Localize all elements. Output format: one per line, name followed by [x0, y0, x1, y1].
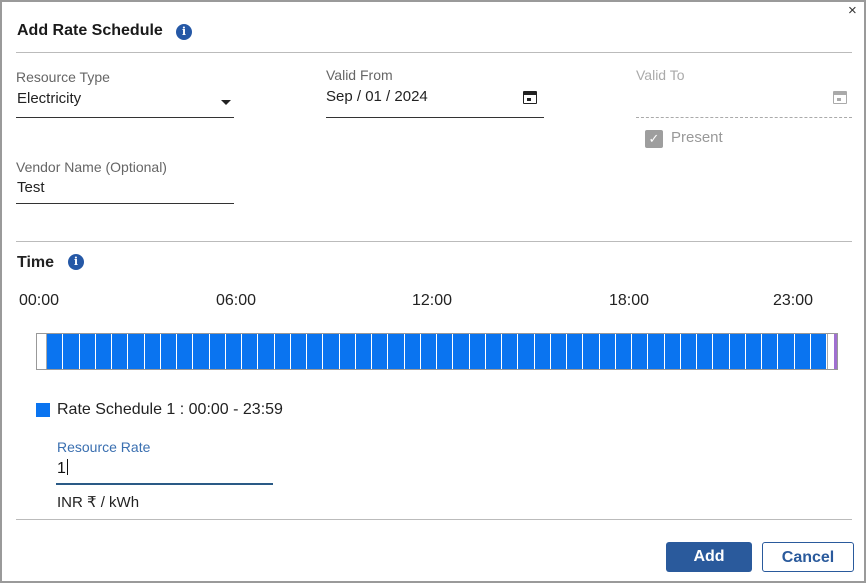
- time-tick-label: 23:00: [773, 292, 814, 309]
- time-slot[interactable]: [632, 334, 649, 369]
- time-slot[interactable]: [95, 334, 112, 369]
- resource-type-underline: [16, 117, 234, 118]
- time-tick-label: 06:00: [216, 292, 257, 309]
- time-slot[interactable]: [420, 334, 437, 369]
- time-tick-label: 12:00: [412, 292, 453, 309]
- time-slot[interactable]: [583, 334, 600, 369]
- time-slot-bar[interactable]: [36, 333, 838, 370]
- resource-type-select[interactable]: Electricity: [17, 90, 81, 107]
- time-slot[interactable]: [648, 334, 665, 369]
- time-slot[interactable]: [404, 334, 421, 369]
- schedule-legend: Rate Schedule 1 : 00:00 - 23:59: [57, 401, 283, 418]
- time-slot[interactable]: [177, 334, 194, 369]
- present-label: Present: [671, 129, 723, 146]
- divider: [16, 519, 852, 520]
- time-slot[interactable]: [339, 334, 356, 369]
- time-tick-label: 00:00: [19, 292, 60, 309]
- time-slot[interactable]: [388, 334, 405, 369]
- resource-rate-input[interactable]: 1: [57, 459, 68, 478]
- time-slot[interactable]: [355, 334, 372, 369]
- vendor-name-input[interactable]: Test: [17, 179, 45, 196]
- info-icon[interactable]: i: [68, 254, 84, 270]
- time-tick-label: 18:00: [609, 292, 650, 309]
- time-slot[interactable]: [437, 334, 454, 369]
- time-slot[interactable]: [144, 334, 161, 369]
- valid-from-label: Valid From: [326, 67, 393, 83]
- time-slot[interactable]: [534, 334, 551, 369]
- time-slot[interactable]: [209, 334, 226, 369]
- resource-rate-value: 1: [57, 460, 66, 477]
- time-slot[interactable]: [79, 334, 96, 369]
- valid-from-input[interactable]: Sep / 01 / 2024: [326, 88, 428, 105]
- time-slot[interactable]: [729, 334, 746, 369]
- cancel-button[interactable]: Cancel: [762, 542, 854, 572]
- time-slot[interactable]: [112, 334, 129, 369]
- vendor-name-underline: [16, 203, 234, 204]
- time-slot[interactable]: [372, 334, 389, 369]
- calendar-icon[interactable]: [523, 91, 537, 104]
- time-slot-handle-start[interactable]: [37, 334, 47, 369]
- add-rate-schedule-dialog: × Add Rate Schedule i Resource Type Elec…: [0, 0, 866, 583]
- time-slot[interactable]: [225, 334, 242, 369]
- text-cursor: [66, 459, 68, 475]
- time-slot[interactable]: [697, 334, 714, 369]
- time-slot[interactable]: [63, 334, 80, 369]
- chevron-down-icon[interactable]: [221, 100, 231, 105]
- time-slot[interactable]: [762, 334, 779, 369]
- time-slot[interactable]: [242, 334, 259, 369]
- resource-rate-underline: [56, 483, 273, 485]
- time-slot[interactable]: [193, 334, 210, 369]
- time-slot[interactable]: [502, 334, 519, 369]
- divider: [16, 52, 852, 53]
- time-slot[interactable]: [713, 334, 730, 369]
- time-slot[interactable]: [290, 334, 307, 369]
- time-slot[interactable]: [453, 334, 470, 369]
- add-button[interactable]: Add: [666, 542, 752, 572]
- time-slot[interactable]: [745, 334, 762, 369]
- time-slot[interactable]: [550, 334, 567, 369]
- time-slot[interactable]: [323, 334, 340, 369]
- time-slot[interactable]: [778, 334, 795, 369]
- close-icon[interactable]: ×: [848, 3, 857, 18]
- resource-rate-label: Resource Rate: [57, 439, 151, 455]
- time-slot[interactable]: [810, 334, 827, 369]
- vendor-name-label: Vendor Name (Optional): [16, 159, 167, 175]
- time-slot[interactable]: [47, 334, 64, 369]
- time-section-title: Time: [17, 254, 55, 271]
- time-slot[interactable]: [274, 334, 291, 369]
- rate-unit: INR ₹ / kWh: [57, 494, 140, 511]
- time-slot[interactable]: [664, 334, 681, 369]
- valid-from-underline: [326, 117, 544, 118]
- resource-type-label: Resource Type: [16, 69, 110, 85]
- time-slot[interactable]: [680, 334, 697, 369]
- calendar-icon: [833, 91, 847, 104]
- time-slot[interactable]: [794, 334, 811, 369]
- time-slot[interactable]: [258, 334, 275, 369]
- present-checkbox[interactable]: ✓: [645, 130, 663, 148]
- time-slot[interactable]: [518, 334, 535, 369]
- time-slot[interactable]: [615, 334, 632, 369]
- time-slot[interactable]: [469, 334, 486, 369]
- time-slot[interactable]: [485, 334, 502, 369]
- valid-to-underline: [636, 117, 852, 118]
- time-slot[interactable]: [160, 334, 177, 369]
- dialog-title: Add Rate Schedule: [17, 22, 163, 39]
- time-slot-handle-end[interactable]: [827, 334, 837, 369]
- time-slot[interactable]: [128, 334, 145, 369]
- time-slot[interactable]: [567, 334, 584, 369]
- valid-to-label: Valid To: [636, 67, 685, 83]
- divider: [16, 241, 852, 242]
- schedule-color-swatch: [36, 403, 50, 417]
- info-icon[interactable]: i: [176, 24, 192, 40]
- time-slot[interactable]: [307, 334, 324, 369]
- time-slot[interactable]: [599, 334, 616, 369]
